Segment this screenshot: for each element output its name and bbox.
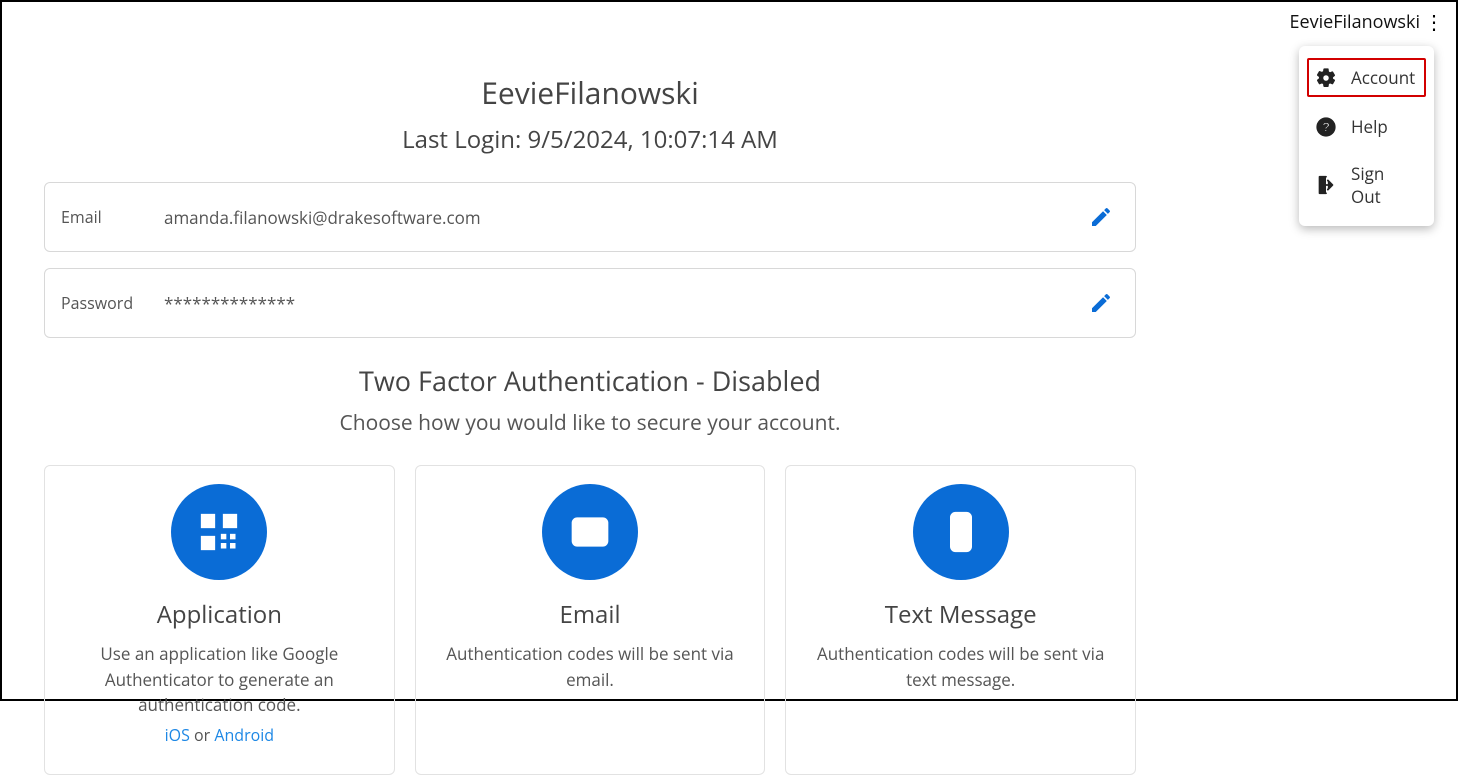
menu-item-label: Sign Out [1351,162,1418,208]
phone-icon [913,484,1009,580]
text-or: or [190,724,214,746]
profile-title: EevieFilanowski [44,72,1136,113]
email-value: amanda.filanowski@drakesoftware.com [164,206,1119,229]
card-title: Text Message [810,598,1111,631]
tfa-section: Two Factor Authentication - Disabled Cho… [44,362,1136,437]
email-field: Email amanda.filanowski@drakesoftware.co… [44,182,1136,252]
tfa-subtitle: Choose how you would like to secure your… [44,409,1136,437]
card-title: Application [69,598,370,631]
card-desc: Authentication codes will be sent via em… [440,641,741,692]
tfa-card-email[interactable]: Email Authentication codes will be sent … [415,465,766,775]
qr-icon [171,484,267,580]
svg-text:?: ? [1322,119,1330,134]
signout-icon [1315,174,1337,196]
tfa-card-text[interactable]: Text Message Authentication codes will b… [785,465,1136,775]
email-label: Email [61,206,164,228]
card-links: iOS or Android [69,724,370,746]
edit-email-button[interactable] [1089,205,1113,229]
mail-icon [542,484,638,580]
last-login: Last Login: 9/5/2024, 10:07:14 AM [44,123,1136,156]
menu-item-help[interactable]: ? Help [1299,103,1434,150]
password-field: Password ************** [44,268,1136,338]
link-android[interactable]: Android [214,724,274,746]
menu-item-label: Help [1351,115,1388,138]
menu-item-label: Account [1351,66,1415,89]
password-label: Password [61,292,164,314]
user-menu-trigger[interactable]: EevieFilanowski ⋮ [1289,10,1442,34]
user-dropdown: Account ? Help Sign Out [1299,46,1434,226]
gear-icon [1315,67,1337,89]
edit-password-button[interactable] [1089,291,1113,315]
link-ios[interactable]: iOS [165,724,190,746]
account-main: EevieFilanowski Last Login: 9/5/2024, 10… [44,72,1136,775]
tfa-title: Two Factor Authentication - Disabled [44,362,1136,399]
menu-item-signout[interactable]: Sign Out [1299,150,1434,220]
kebab-menu-icon[interactable]: ⋮ [1424,12,1442,32]
password-value: ************** [164,292,1119,315]
menu-item-account[interactable]: Account [1305,56,1428,99]
card-desc: Authentication codes will be sent via te… [810,641,1111,692]
card-title: Email [440,598,741,631]
tfa-cards: Application Use an application like Goog… [44,465,1136,775]
help-icon: ? [1315,116,1337,138]
tfa-card-application[interactable]: Application Use an application like Goog… [44,465,395,775]
username-label: EevieFilanowski [1289,10,1420,34]
card-desc: Use an application like Google Authentic… [69,641,370,718]
